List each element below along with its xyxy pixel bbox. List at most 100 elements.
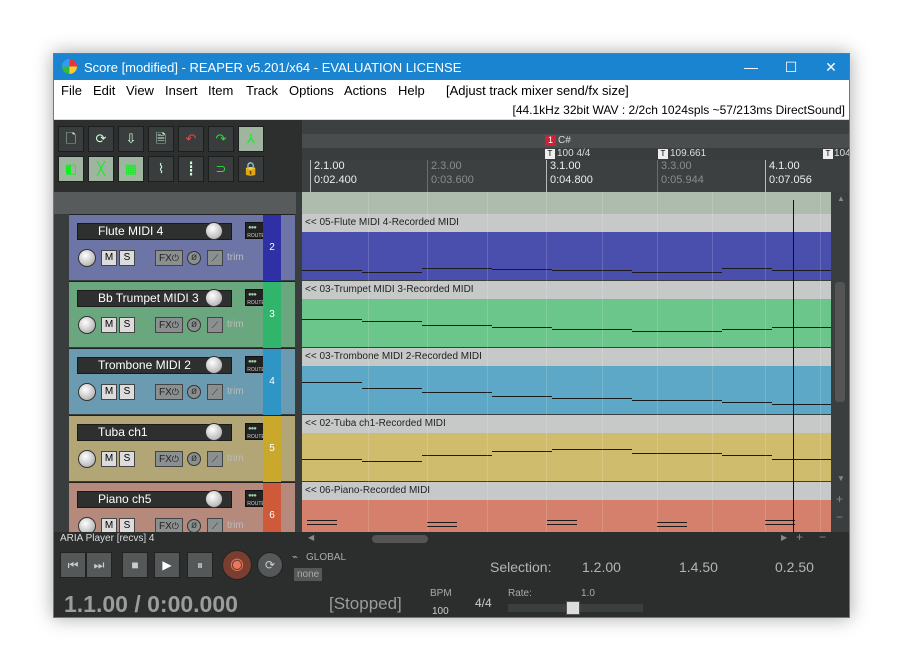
- grid-snap-icon[interactable]: ▦: [118, 156, 144, 182]
- redo-icon[interactable]: ↷: [208, 126, 234, 152]
- zoom-in-horizontal-icon[interactable]: +: [796, 530, 803, 544]
- midi-item-name[interactable]: << 02-Tuba ch1-Recorded MIDI: [302, 415, 831, 433]
- scroll-up-icon[interactable]: ▲: [837, 194, 845, 203]
- volume-knob[interactable]: [205, 490, 223, 508]
- pause-button[interactable]: ⏸: [187, 552, 213, 578]
- scroll-left-icon[interactable]: ◀: [308, 533, 314, 542]
- midi-item[interactable]: [302, 232, 831, 280]
- horizontal-scroll-thumb[interactable]: [372, 535, 428, 543]
- menu-insert[interactable]: Insert: [165, 83, 198, 98]
- menu-actions[interactable]: Actions: [344, 83, 387, 98]
- zoom-out-vertical-icon[interactable]: −: [836, 510, 843, 524]
- play-button[interactable]: ▶: [154, 552, 180, 578]
- midi-item-name[interactable]: << 03-Trumpet MIDI 3-Recorded MIDI: [302, 281, 831, 299]
- record-button[interactable]: ◉: [222, 550, 252, 580]
- auto-crossfade-icon[interactable]: ◧: [58, 156, 84, 182]
- automation-envelope-icon[interactable]: ⟋: [207, 250, 223, 266]
- menu-view[interactable]: View: [126, 83, 154, 98]
- automation-envelope-icon[interactable]: ⟋: [207, 384, 223, 400]
- project-marker-number[interactable]: 1: [545, 135, 556, 146]
- stop-button[interactable]: ■: [122, 552, 148, 578]
- open-project-icon[interactable]: ⟳: [88, 126, 114, 152]
- fx-button[interactable]: FX⏻: [155, 250, 183, 266]
- solo-button[interactable]: S: [119, 317, 135, 333]
- scroll-right-icon[interactable]: ▶: [781, 533, 787, 542]
- track-panel[interactable]: Flute MIDI 4ROUTEMSFX⏻ø⟋trim2: [69, 214, 295, 281]
- volume-knob[interactable]: [205, 356, 223, 374]
- horizontal-scrollbar[interactable]: ◀ ▶ + −: [54, 530, 849, 546]
- solo-button[interactable]: S: [119, 384, 135, 400]
- time-position-display[interactable]: 1.1.00 / 0:00.000: [64, 591, 238, 617]
- menu-item[interactable]: Item: [208, 83, 233, 98]
- pan-knob[interactable]: [78, 383, 96, 401]
- track-panel[interactable]: Trombone MIDI 2ROUTEMSFX⏻ø⟋trim4: [69, 348, 295, 415]
- pan-knob[interactable]: [78, 249, 96, 267]
- metronome-icon[interactable]: ⅄: [238, 126, 264, 152]
- new-project-icon[interactable]: 🗋: [58, 126, 84, 152]
- undo-icon[interactable]: ↶: [178, 126, 204, 152]
- phase-invert-icon[interactable]: ø: [187, 385, 201, 399]
- maximize-button[interactable]: ☐: [771, 54, 811, 80]
- track-number[interactable]: 3: [263, 282, 281, 348]
- track-number[interactable]: 5: [263, 416, 281, 482]
- minimize-button[interactable]: —: [731, 54, 771, 80]
- bpm-value[interactable]: 100: [432, 606, 449, 617]
- menu-edit[interactable]: Edit: [93, 83, 115, 98]
- phase-invert-icon[interactable]: ø: [187, 519, 201, 533]
- midi-item[interactable]: [302, 299, 831, 347]
- selection-end[interactable]: 1.4.50: [679, 559, 718, 575]
- timeline-ruler[interactable]: 1 C# T 100 4/4 T 109.661 T 104 2.1.00 0:0…: [302, 120, 849, 192]
- track-number[interactable]: 2: [263, 215, 281, 281]
- audio-device-info[interactable]: [44.1kHz 32bit WAV : 2/2ch 1024spls ~57/…: [512, 103, 845, 117]
- menu-track[interactable]: Track: [246, 83, 278, 98]
- fx-button[interactable]: FX⏻: [155, 451, 183, 467]
- volume-knob[interactable]: [205, 222, 223, 240]
- close-button[interactable]: ✕: [811, 54, 849, 80]
- tempo-marker-icon[interactable]: T: [658, 149, 668, 159]
- lock-icon[interactable]: 🔒: [238, 156, 264, 182]
- ripple-edit-icon[interactable]: ╳: [88, 156, 114, 182]
- go-to-start-button[interactable]: ⏮: [60, 552, 86, 578]
- loop-icon[interactable]: ⊃: [208, 156, 234, 182]
- menu-help[interactable]: Help: [398, 83, 425, 98]
- repeat-toggle-button[interactable]: ⟳: [257, 552, 283, 578]
- grid-lines-icon[interactable]: ┋: [178, 156, 204, 182]
- menu-options[interactable]: Options: [289, 83, 334, 98]
- title-bar[interactable]: Score [modified] - REAPER v5.201/x64 - E…: [54, 54, 849, 80]
- midi-item-name[interactable]: << 06-Piano-Recorded MIDI: [302, 482, 831, 500]
- pan-knob[interactable]: [78, 450, 96, 468]
- phase-invert-icon[interactable]: ø: [187, 452, 201, 466]
- go-to-end-button[interactable]: ⏭: [86, 552, 112, 578]
- save-project-icon[interactable]: ⇩: [118, 126, 144, 152]
- midi-item[interactable]: [302, 433, 831, 481]
- mute-button[interactable]: M: [101, 250, 117, 266]
- phase-invert-icon[interactable]: ø: [187, 318, 201, 332]
- playrate-slider[interactable]: [508, 601, 643, 615]
- track-number[interactable]: 4: [263, 349, 281, 415]
- marker-lane[interactable]: 1 C#: [302, 134, 849, 148]
- fx-button[interactable]: FX⏻: [155, 384, 183, 400]
- envelope-icon[interactable]: ⌇: [148, 156, 174, 182]
- solo-button[interactable]: S: [119, 451, 135, 467]
- zoom-out-horizontal-icon[interactable]: −: [819, 530, 826, 544]
- automation-envelope-icon[interactable]: ⟋: [207, 317, 223, 333]
- arrange-view[interactable]: 1 C# T 100 4/4 T 109.661 T 104 2.1.00 0:0…: [302, 120, 849, 596]
- phase-invert-icon[interactable]: ø: [187, 251, 201, 265]
- scroll-down-icon[interactable]: ▼: [837, 474, 845, 483]
- track-panel[interactable]: Bb Trumpet MIDI 3ROUTEMSFX⏻ø⟋trim3: [69, 281, 295, 348]
- menu-file[interactable]: File: [61, 83, 82, 98]
- track-panel[interactable]: Tuba ch1ROUTEMSFX⏻ø⟋trim5: [69, 415, 295, 482]
- mute-button[interactable]: M: [101, 451, 117, 467]
- playrate-slider-handle[interactable]: [566, 601, 580, 615]
- zoom-in-vertical-icon[interactable]: +: [836, 492, 843, 506]
- tempo-marker-icon[interactable]: T: [545, 149, 555, 159]
- vertical-scrollbar[interactable]: ▲ ▼ + −: [831, 192, 849, 532]
- selection-length[interactable]: 0.2.50: [775, 559, 814, 575]
- automation-envelope-icon[interactable]: ⟋: [207, 451, 223, 467]
- midi-item-name[interactable]: << 05-Flute MIDI 4-Recorded MIDI: [302, 214, 831, 232]
- midi-item[interactable]: [302, 366, 831, 414]
- midi-item-name[interactable]: << 03-Trombone MIDI 2-Recorded MIDI: [302, 348, 831, 366]
- selection-start[interactable]: 1.2.00: [582, 559, 621, 575]
- time-signature[interactable]: 4/4: [475, 596, 492, 610]
- project-settings-icon[interactable]: 🗎: [148, 126, 174, 152]
